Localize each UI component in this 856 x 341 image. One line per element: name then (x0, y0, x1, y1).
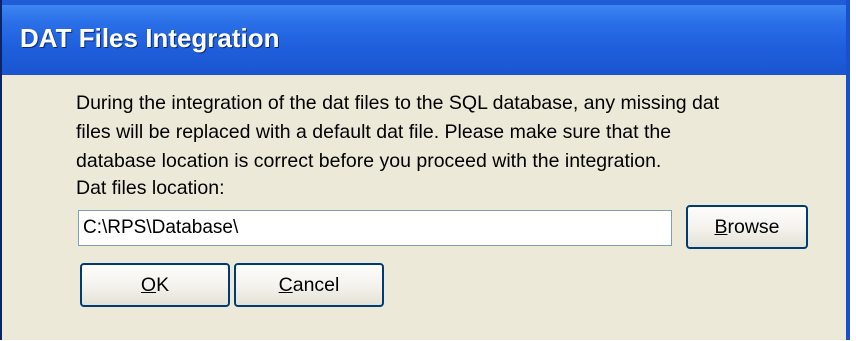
browse-label: rowse (727, 215, 780, 238)
message-line: database location is correct before you … (76, 150, 662, 172)
ok-label: K (156, 273, 170, 296)
cancel-button[interactable]: Cancel (234, 263, 384, 307)
integration-message: During the integration of the dat files … (76, 89, 796, 176)
message-line: files will be replaced with a default da… (76, 121, 672, 143)
dat-files-integration-dialog: DAT Files Integration During the integra… (0, 0, 850, 340)
dat-files-location-input[interactable] (78, 210, 672, 246)
window-title: DAT Files Integration (20, 23, 280, 53)
dialog-content: During the integration of the dat files … (2, 75, 846, 340)
ok-button[interactable]: OK (80, 263, 230, 307)
browse-button[interactable]: Browse (686, 205, 808, 249)
message-line: During the integration of the dat files … (76, 92, 720, 114)
dat-files-location-label: Dat files location: (76, 177, 225, 199)
ok-mnemonic: O (140, 273, 157, 296)
cancel-label: ancel (292, 273, 340, 296)
title-bar[interactable]: DAT Files Integration (2, 5, 846, 75)
cancel-mnemonic: C (278, 273, 293, 296)
browse-mnemonic: B (714, 215, 728, 238)
